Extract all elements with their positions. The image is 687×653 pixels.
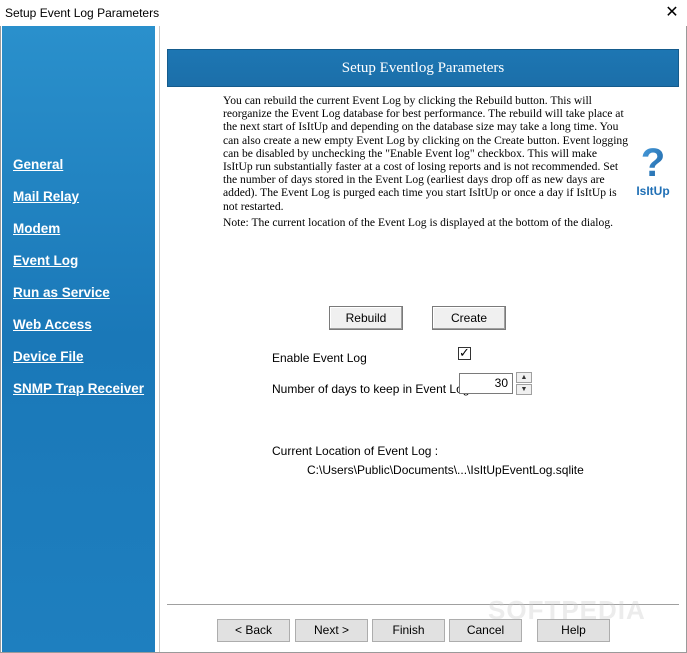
back-button[interactable]: < Back <box>217 619 290 642</box>
location-path: C:\Users\Public\Documents\...\IsItUpEven… <box>307 463 584 477</box>
sidebar-item-event-log[interactable]: Event Log <box>13 253 78 268</box>
checkmark-icon: ✓ <box>459 345 470 360</box>
logo-glyph: ? <box>641 141 665 185</box>
description-note: Note: The current location of the Event … <box>223 215 614 229</box>
description-paragraph: You can rebuild the current Event Log by… <box>223 94 629 213</box>
cancel-button[interactable]: Cancel <box>449 619 522 642</box>
finish-button[interactable]: Finish <box>372 619 445 642</box>
sidebar-item-general[interactable]: General <box>13 157 63 172</box>
page-header: Setup Eventlog Parameters <box>167 49 679 87</box>
days-to-keep-input[interactable]: 30 <box>459 373 513 394</box>
help-button[interactable]: Help <box>537 619 610 642</box>
sidebar-item-web-access[interactable]: Web Access <box>13 317 92 332</box>
close-icon[interactable]: ✕ <box>657 0 687 26</box>
title-bar: Setup Event Log Parameters ✕ <box>0 0 687 26</box>
rebuild-button[interactable]: Rebuild <box>329 306 403 330</box>
enable-event-log-checkbox[interactable]: ✓ <box>458 345 471 360</box>
location-label: Current Location of Event Log : <box>272 444 439 458</box>
spin-up-icon[interactable]: ▲ <box>516 372 532 383</box>
create-button[interactable]: Create <box>432 306 506 330</box>
sidebar-item-snmp-trap-receiver[interactable]: SNMP Trap Receiver <box>13 381 144 396</box>
sidebar: General Mail Relay Modem Event Log Run a… <box>2 26 155 652</box>
sidebar-item-device-file[interactable]: Device File <box>13 349 84 364</box>
sidebar-item-modem[interactable]: Modem <box>13 221 60 236</box>
sidebar-divider <box>159 26 160 652</box>
window-title: Setup Event Log Parameters <box>5 6 160 20</box>
days-to-keep-label: Number of days to keep in Event Log: <box>272 382 473 396</box>
isitup-logo-icon: ? IsItUp <box>629 140 677 198</box>
enable-event-log-label: Enable Event Log <box>272 351 367 365</box>
sidebar-item-mail-relay[interactable]: Mail Relay <box>13 189 79 204</box>
spin-down-icon[interactable]: ▼ <box>516 384 532 395</box>
sidebar-item-run-as-service[interactable]: Run as Service <box>13 285 110 300</box>
page-title: Setup Eventlog Parameters <box>341 60 505 76</box>
logo-text: IsItUp <box>636 184 669 198</box>
description-text: You can rebuild the current Event Log by… <box>223 94 628 232</box>
next-button[interactable]: Next > <box>295 619 368 642</box>
